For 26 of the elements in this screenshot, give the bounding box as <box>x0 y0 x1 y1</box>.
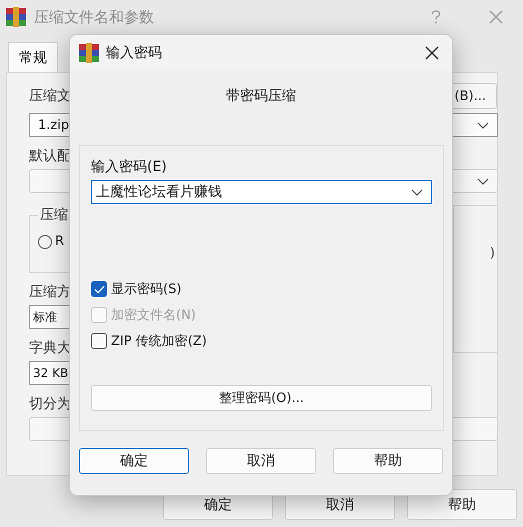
field-label: 压缩方 <box>29 283 71 301</box>
organize-passwords-button[interactable]: 整理密码(O)... <box>91 385 432 411</box>
dialog-title: 输入密码 <box>106 44 162 62</box>
checkbox[interactable]: 显示密码(S) <box>91 280 432 298</box>
field-label: 输入密码(E) <box>91 158 168 176</box>
radio-button[interactable]: R <box>38 234 64 249</box>
checkmark-icon <box>94 284 104 294</box>
dialog-button[interactable]: 帮助 <box>407 489 517 520</box>
option-label: ) <box>490 246 496 261</box>
dialog-heading: 带密码压缩 <box>225 87 297 106</box>
dialog-button[interactable]: 帮助 <box>333 448 443 474</box>
help-icon[interactable] <box>431 10 441 24</box>
books-icon <box>79 43 99 63</box>
dialog-button[interactable]: 取消 <box>206 448 316 474</box>
group-title: 压缩 <box>38 206 70 224</box>
chevron-down-icon <box>477 122 489 128</box>
close-icon[interactable] <box>425 46 439 60</box>
books-icon <box>6 7 26 27</box>
window-title: 压缩文件名和参数 <box>34 8 154 26</box>
tab[interactable]: 常规 <box>8 42 58 72</box>
chevron-down-icon <box>477 178 489 184</box>
dialog-button[interactable]: 确定 <box>79 448 189 474</box>
checkbox[interactable]: ZIP 传统加密(Z) <box>91 332 432 350</box>
field-label: 压缩文 <box>29 87 71 105</box>
chevron-down-icon <box>411 188 423 196</box>
password-field[interactable]: 上魔性论坛看片赚钱 <box>91 180 432 204</box>
